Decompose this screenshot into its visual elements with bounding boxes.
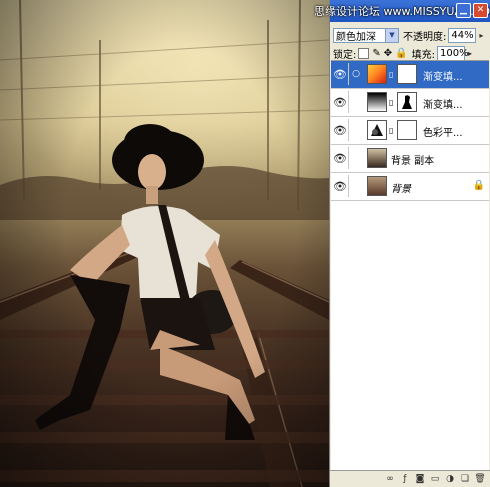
eye-icon[interactable]: 👁 (332, 175, 349, 197)
chevron-down-icon[interactable]: ▼ (385, 28, 398, 42)
brush-indicator-icon[interactable] (349, 175, 363, 197)
layer-thumbnail (367, 92, 387, 112)
layer-thumbnail (367, 176, 387, 196)
layer-mask-thumbnail (397, 120, 417, 140)
layer-thumbnail (367, 120, 387, 140)
brush-indicator-icon[interactable] (349, 91, 363, 113)
photo-canvas[interactable] (0, 0, 329, 487)
link-layers-icon[interactable]: ∞ (384, 474, 396, 485)
brush-indicator-icon[interactable] (349, 119, 363, 141)
lock-fill-row: 锁定: ✎ ✥ 🔒 填充: 100% ▸ (333, 45, 487, 61)
layer-thumbnail (367, 64, 387, 84)
trash-icon[interactable]: 🗑 (474, 474, 486, 485)
layer-row[interactable]: 👁 背景 副本 (331, 145, 489, 173)
blend-mode-value: 颜色加深 (336, 31, 376, 43)
lock-icon[interactable]: 🔒 (395, 48, 407, 59)
link-icon[interactable]: ▯ (389, 70, 393, 79)
lock-transparency-checkbox[interactable] (358, 47, 370, 59)
fill-arrow-icon[interactable]: ▸ (465, 46, 475, 61)
opacity-input[interactable]: 44% (448, 27, 477, 43)
layer-row[interactable]: 👁 ▯ 色彩平... (331, 117, 489, 145)
link-icon[interactable]: ▯ (389, 126, 393, 135)
eye-icon[interactable]: 👁 (332, 91, 349, 113)
link-icon[interactable]: ▯ (389, 98, 393, 107)
eye-icon[interactable]: 👁 (332, 147, 349, 169)
layer-name: 渐变填... (423, 100, 463, 111)
color-balance-icon (371, 124, 383, 136)
fill-input[interactable]: 100% (436, 45, 469, 61)
move-icon[interactable]: ✥ (384, 48, 392, 59)
new-layer-icon[interactable]: ❏ (459, 474, 471, 485)
add-mask-icon[interactable]: ◙ (414, 474, 426, 485)
fill-label: 填充: (411, 49, 435, 61)
minimize-icon[interactable]: ▁ (456, 3, 471, 18)
layer-name: 背景 (391, 184, 411, 195)
brush-indicator-icon[interactable] (349, 147, 363, 169)
lock-label: 锁定: (333, 49, 357, 61)
panel-title-bar[interactable]: 思缘设计论坛 www.MISSYUAN.COM ▁ ✕ (314, 0, 490, 22)
layer-mask-thumbnail (397, 92, 417, 112)
layer-mask-thumbnail (397, 64, 417, 84)
silhouette-mask-icon (402, 95, 412, 109)
layer-style-icon[interactable]: ƒ (399, 474, 411, 485)
close-icon[interactable]: ✕ (473, 3, 488, 18)
layers-list: 👁 ○ ▯ 渐变填... 👁 ▯ 渐变填... 👁 ▯ 色彩平... 👁 背景 … (331, 60, 489, 471)
layer-row[interactable]: 👁 背景 🔒 (331, 173, 489, 201)
layers-panel: 思缘设计论坛 www.MISSYUAN.COM ▁ ✕ 颜色加深 ▼ 不透明度:… (314, 0, 490, 487)
new-group-icon[interactable]: ▭ (429, 474, 441, 485)
opacity-label: 不透明度: (403, 31, 447, 43)
opacity-arrow-icon[interactable]: ▸ (476, 28, 486, 43)
layer-thumbnail (367, 148, 387, 168)
layer-row[interactable]: 👁 ▯ 渐变填... (331, 89, 489, 117)
title-buttons: ▁ ✕ (456, 3, 488, 18)
layer-name: 背景 副本 (391, 156, 435, 167)
layer-row[interactable]: 👁 ○ ▯ 渐变填... (331, 61, 489, 89)
layer-name: 渐变填... (423, 72, 463, 83)
layer-name: 色彩平... (423, 128, 463, 139)
brush-icon[interactable]: ✎ (372, 48, 380, 59)
vignette (0, 0, 329, 487)
blend-mode-select[interactable]: 颜色加深 ▼ (333, 27, 399, 43)
blend-opacity-row: 颜色加深 ▼ 不透明度: 44% ▸ (333, 26, 487, 44)
adjustment-layer-icon[interactable]: ◑ (444, 474, 456, 485)
eye-icon[interactable]: 👁 (332, 63, 349, 85)
layers-bottom-toolbar: ∞ ƒ ◙ ▭ ◑ ❏ 🗑 (330, 470, 490, 487)
lock-icon: 🔒 (472, 180, 485, 191)
brush-indicator-icon[interactable]: ○ (349, 63, 363, 85)
eye-icon[interactable]: 👁 (332, 119, 349, 141)
